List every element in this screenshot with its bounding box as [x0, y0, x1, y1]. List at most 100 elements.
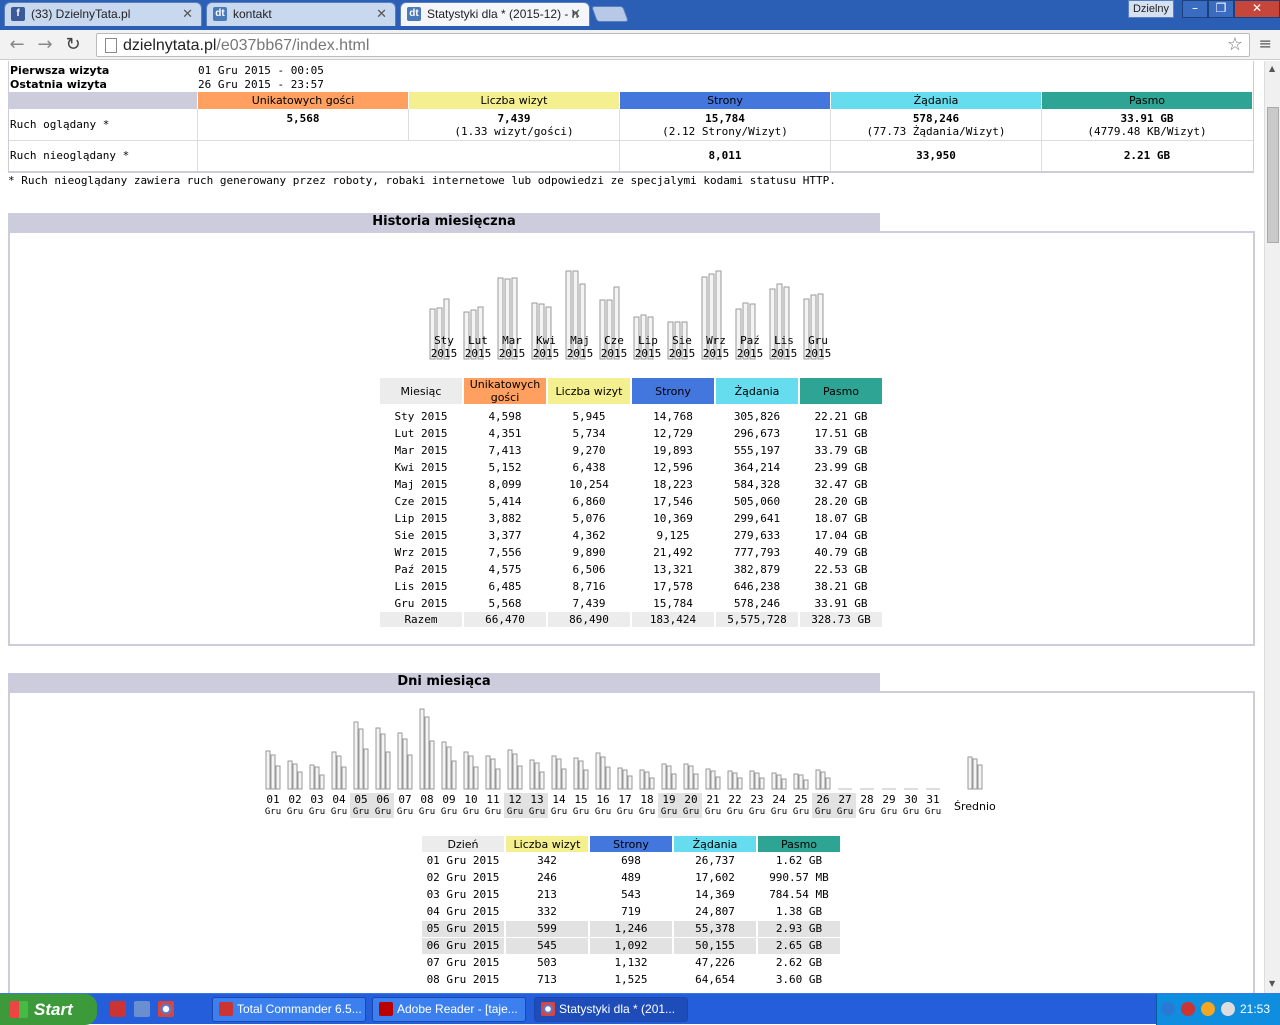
monthly-table-cell: 14,768	[653, 410, 693, 423]
daily-bar	[815, 769, 821, 790]
maximize-icon[interactable]: ❐	[1208, 0, 1234, 18]
monthly-table-cell: 18,223	[653, 478, 693, 491]
daily-bar	[803, 779, 809, 790]
task-chrome-stats[interactable]: Statystyki dla * (201...	[534, 997, 688, 1022]
monthly-table-cell: 9,890	[572, 546, 606, 559]
quicklaunch-network-icon[interactable]	[134, 1001, 150, 1017]
menu-icon[interactable]: ≡	[1259, 34, 1272, 53]
monthly-table-cell: Mar 2015	[394, 444, 448, 457]
monthly-table-cell: Maj 2015	[394, 478, 448, 491]
daily-bar	[495, 768, 501, 790]
new-tab-button[interactable]	[591, 6, 629, 22]
tab-kontakt[interactable]: dt kontakt ✕	[206, 2, 396, 26]
summary-header-pages: Strony	[620, 92, 830, 109]
daily-table-cell: 1.38 GB	[775, 905, 823, 918]
daily-bar	[617, 767, 623, 790]
bookmark-star-icon[interactable]: ☆	[1227, 34, 1243, 55]
daily-chart-month-label: Gru	[484, 807, 502, 817]
scrollbar[interactable]: ▲ ▼	[1264, 61, 1280, 993]
monthly-chart-year-label: 2015	[804, 347, 832, 360]
tray-app-icon[interactable]	[1201, 1002, 1215, 1016]
daily-chart-month-label: Gru	[858, 807, 876, 817]
daily-table-cell: 713	[537, 973, 557, 986]
viewed-bandwidth-ratio: (4779.48 KB/Wizyt)	[1087, 125, 1207, 138]
daily-bar	[771, 772, 777, 790]
footnote: * Ruch nieoglądany zawiera ruch generowa…	[8, 174, 836, 187]
daily-chart-month-label: Gru	[812, 806, 834, 818]
close-icon[interactable]: ✕	[376, 3, 387, 25]
daily-chart-month-label: Gru	[704, 807, 722, 817]
quicklaunch-save-icon[interactable]	[110, 1001, 126, 1017]
start-button[interactable]: Start	[0, 994, 97, 1025]
forward-icon[interactable]: →	[34, 34, 56, 56]
daily-table-cell: 698	[621, 854, 641, 867]
viewed-visitors: 5,568	[286, 112, 320, 125]
daily-bar-empty	[882, 788, 896, 790]
monthly-chart-year-label: 2015	[770, 347, 798, 360]
clock: 21:53	[1239, 1002, 1270, 1016]
daily-bar	[710, 770, 716, 790]
task-adobe-reader[interactable]: Adobe Reader - [taje...	[372, 997, 526, 1022]
chrome-icon[interactable]	[158, 1001, 174, 1017]
back-icon[interactable]: ←	[6, 34, 28, 56]
daily-table-cell: 784.54 MB	[769, 888, 829, 901]
antivirus-icon[interactable]	[1181, 1002, 1195, 1016]
monthly-table-cell: 13,321	[653, 563, 693, 576]
tab-facebook[interactable]: f (33) DzielnyTata.pl ✕	[4, 2, 202, 26]
daily-table-cell: 47,226	[695, 956, 735, 969]
monthly-table-cell: Kwi 2015	[394, 461, 448, 474]
system-tray: 21:53	[1156, 994, 1280, 1025]
daily-table-cell: 599	[506, 921, 588, 937]
daily-chart-day-label: 14	[552, 793, 566, 806]
scrollbar-thumb[interactable]	[1267, 107, 1279, 243]
monthly-table-cell: Lip 2015	[394, 512, 448, 525]
daily-bar	[759, 777, 765, 790]
monthly-table-cell: Wrz 2015	[394, 546, 448, 559]
window-close-icon[interactable]: ✕	[1234, 0, 1280, 18]
daily-chart	[265, 708, 983, 790]
daily-bar	[358, 728, 364, 790]
tray-arrow-icon[interactable]	[1161, 1002, 1175, 1016]
daily-table-cell: 2.65 GB	[758, 938, 840, 954]
daily-table-cell: 342	[537, 854, 557, 867]
monthly-table-cell: 555,197	[733, 444, 781, 457]
scroll-down-icon[interactable]: ▼	[1269, 979, 1275, 988]
daily-table-cell: 1,525	[614, 973, 648, 986]
daily-bar	[507, 749, 513, 790]
task-total-commander[interactable]: Total Commander 6.5...	[212, 997, 366, 1022]
summary-header-blank	[9, 92, 197, 109]
daily-table-cell: 1,092	[590, 938, 672, 954]
close-icon[interactable]: ✕	[182, 3, 193, 25]
daily-table-cell: 07 Gru 2015	[426, 956, 500, 969]
task-label: Adobe Reader - [taje...	[397, 1002, 518, 1016]
monthly-chart-year-label: 2015	[634, 347, 662, 360]
daily-chart-month-label: Gru	[550, 807, 568, 817]
tray-network-icon[interactable]	[1221, 1002, 1235, 1016]
daily-bar	[727, 770, 733, 790]
close-icon[interactable]: ✕	[570, 3, 581, 25]
monthly-table-cell: Sty 2015	[394, 410, 448, 423]
daily-bar	[265, 750, 271, 790]
daily-chart-month-label: Gru	[286, 807, 304, 817]
daily-table-cell: 26,737	[695, 854, 735, 867]
monthly-chart-month-label: Maj	[570, 334, 590, 347]
minimize-icon[interactable]: –	[1182, 0, 1208, 18]
monthly-table-cell: 18.07 GB	[814, 512, 868, 525]
monthly-table-cell: 4,351	[488, 427, 522, 440]
daily-table-cell: 2.93 GB	[758, 921, 840, 937]
address-bar[interactable]: dzielnytata.pl/e037bb67/index.html ☆	[96, 33, 1250, 57]
scroll-up-icon[interactable]: ▲	[1269, 64, 1275, 73]
browser-toolbar: ← → ↻ dzielnytata.pl/e037bb67/index.html…	[0, 30, 1280, 60]
daily-chart-day-label: 30	[904, 793, 918, 806]
daily-chart-day-label: 08	[420, 793, 434, 806]
daily-table-cell: 24,807	[695, 905, 735, 918]
daily-bar	[605, 766, 611, 790]
daily-chart-month-label: Gru	[834, 806, 856, 818]
daily-bar	[402, 738, 408, 790]
tab-statystyki[interactable]: dt Statystyki dla * (2015-12) - n ✕	[400, 2, 590, 26]
reload-icon[interactable]: ↻	[62, 34, 84, 56]
profile-button[interactable]: Dzielny	[1128, 0, 1174, 18]
daily-chart-month-label: Gru	[924, 807, 942, 817]
monthly-table-cell: 5,945	[572, 410, 606, 423]
daily-chart-day-label: 27	[834, 793, 856, 806]
